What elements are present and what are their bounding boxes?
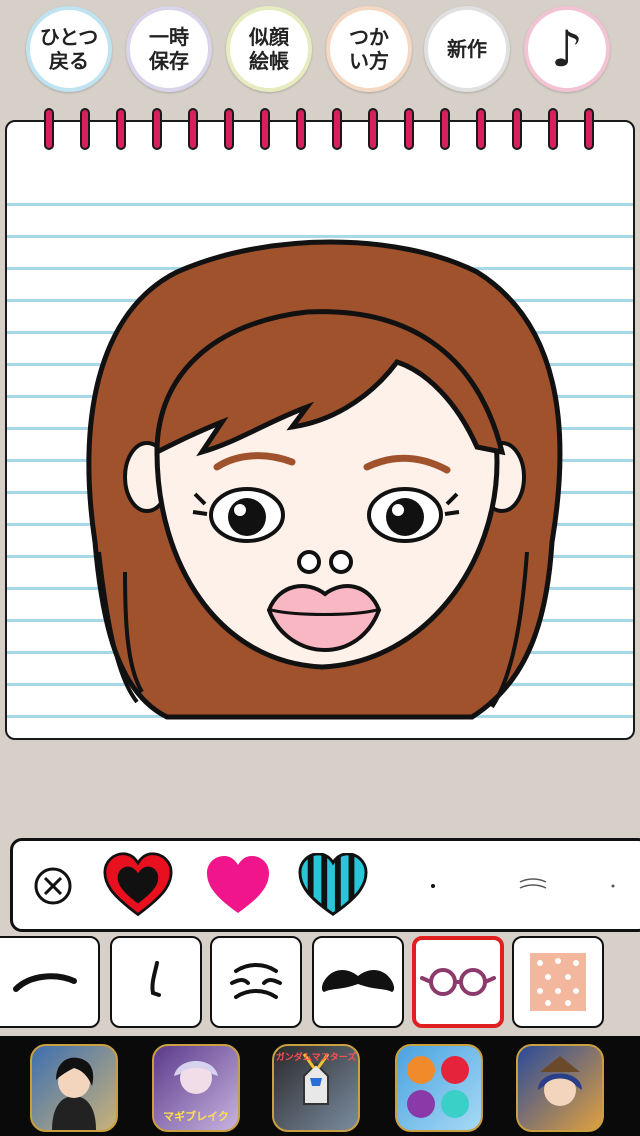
character-icon (538, 1056, 582, 1106)
ring (80, 108, 90, 150)
wrinkle-icon (230, 963, 282, 999)
dot-icon (611, 884, 615, 888)
notebook-rings (0, 108, 640, 153)
new-button[interactable]: 新作 (424, 6, 510, 92)
category-tiles (0, 936, 640, 1032)
heart-icon (207, 856, 269, 913)
ring (44, 108, 54, 150)
ring (260, 108, 270, 150)
heart-icon (298, 853, 368, 916)
fruit-icon (407, 1056, 469, 1118)
dot-button[interactable] (398, 851, 468, 921)
clear-item-button[interactable] (18, 851, 88, 921)
ad-fantasy-rpg[interactable] (516, 1044, 604, 1132)
ring (440, 108, 450, 150)
ad-gundam-label: ガンダムマスターズ (275, 1053, 357, 1063)
help-label: つか い方 (349, 25, 389, 73)
ring (116, 108, 126, 150)
pink-heart-button[interactable] (203, 851, 273, 921)
lines-icon (519, 878, 547, 889)
ring (404, 108, 414, 150)
ring (368, 108, 378, 150)
ad-bar: マギブレイク ガンダムマスターズ (0, 1036, 640, 1136)
left-eye-highlight (234, 504, 246, 516)
red-heart-button[interactable] (103, 851, 173, 921)
ring (512, 108, 522, 150)
save-button[interactable]: 一時 保存 (126, 6, 212, 92)
ring (548, 108, 558, 150)
tiny-dot-button[interactable] (578, 851, 640, 921)
ring (332, 108, 342, 150)
nose-category-button[interactable] (110, 936, 202, 1028)
ring (188, 108, 198, 150)
small-lines-button[interactable] (498, 851, 568, 921)
right-pupil (386, 498, 424, 536)
mustache-category-button[interactable] (312, 936, 404, 1028)
mustache-icon (321, 970, 395, 992)
ring (224, 108, 234, 150)
cheeks-category-button[interactable] (512, 936, 604, 1028)
ad-fruit-puzzle[interactable] (395, 1044, 483, 1132)
heart-icon (103, 852, 173, 917)
ad-magic-break-label: マギブレイク (163, 1110, 229, 1123)
right-eye-highlight (392, 504, 404, 516)
top-toolbar: ひとつ 戻る 一時 保存 似顔 絵帳 つか い方 新作 ♪ (0, 0, 640, 100)
item-palette (10, 838, 640, 932)
ad-anime-hero[interactable] (30, 1044, 118, 1132)
nose-left (297, 550, 321, 574)
eyebrow-category-button[interactable] (0, 936, 100, 1028)
ring (296, 108, 306, 150)
new-label: 新作 (447, 37, 487, 61)
circle-x-icon (34, 867, 72, 905)
gallery-button[interactable]: 似顔 絵帳 (226, 6, 312, 92)
nose-right (329, 550, 353, 574)
ring (584, 108, 594, 150)
music-note-icon: ♪ (551, 20, 583, 78)
gallery-label: 似顔 絵帳 (249, 25, 289, 73)
drawing-canvas[interactable] (5, 120, 635, 740)
glasses-category-button[interactable] (412, 936, 504, 1028)
portrait-face (86, 239, 563, 720)
ring (152, 108, 162, 150)
glasses-icon (420, 968, 496, 996)
ad-magic-break[interactable]: マギブレイク (152, 1044, 240, 1132)
striped-heart-button[interactable] (298, 851, 368, 921)
nose-icon (150, 961, 161, 997)
help-button[interactable]: つか い方 (326, 6, 412, 92)
save-label: 一時 保存 (149, 25, 189, 73)
eyebrow-icon (13, 973, 77, 992)
wrinkle-category-button[interactable] (210, 936, 302, 1028)
ring (476, 108, 486, 150)
undo-button[interactable]: ひとつ 戻る (26, 6, 112, 92)
character-icon (52, 1057, 96, 1130)
blush-icon (530, 953, 586, 1011)
dot-icon (431, 884, 435, 888)
music-button[interactable]: ♪ (524, 6, 610, 92)
character-icon (174, 1061, 218, 1094)
left-pupil (228, 498, 266, 536)
ad-gundam-masters[interactable]: ガンダムマスターズ (272, 1044, 360, 1132)
undo-label: ひとつ 戻る (39, 25, 99, 73)
